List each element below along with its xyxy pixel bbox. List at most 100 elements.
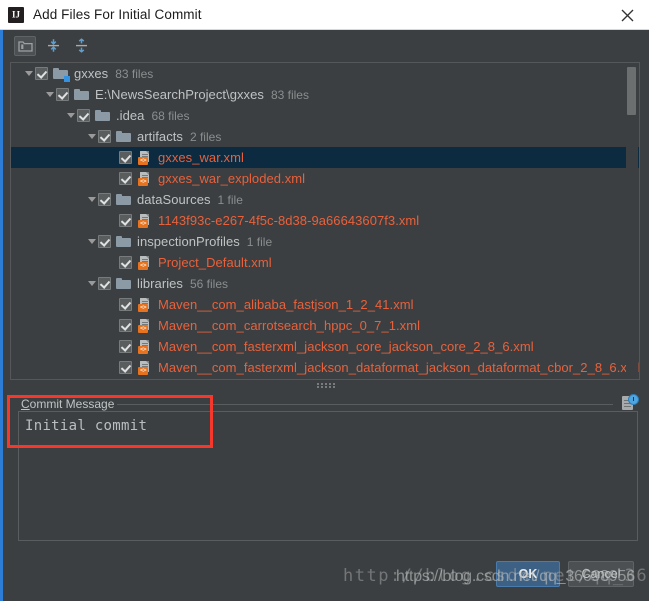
ok-button[interactable]: OK xyxy=(496,561,560,587)
tree-row-label: Maven__com_fasterxml_jackson_dataformat_… xyxy=(158,360,640,375)
close-icon[interactable] xyxy=(605,0,649,30)
checkbox-checked-icon[interactable] xyxy=(119,298,132,311)
tree-row[interactable]: <> Maven__com_alibaba_fastjson_1_2_41.xml xyxy=(11,294,639,315)
checkbox-checked-icon[interactable] xyxy=(98,193,111,206)
tree-row-label: gxxes xyxy=(74,66,109,81)
chevron-down-icon[interactable] xyxy=(85,273,98,294)
tree-scrollbar-track[interactable] xyxy=(626,64,638,378)
commit-message-input[interactable]: Initial commit xyxy=(18,411,638,541)
tree-scrollbar-thumb[interactable] xyxy=(627,67,636,115)
folder-icon xyxy=(74,87,90,103)
tree-row-file-count: 1 file xyxy=(217,192,243,207)
file-tree-panel: gxxes 83 files E:\NewsSearchProject\gxxes 8… xyxy=(10,62,640,380)
checkbox-checked-icon[interactable] xyxy=(119,361,132,374)
commit-message-label-rest: ommit Message xyxy=(29,397,115,411)
folder-icon xyxy=(116,129,132,145)
commit-message-mnemonic: C xyxy=(21,397,30,411)
checkbox-checked-icon[interactable] xyxy=(119,340,132,353)
tree-row[interactable]: <> gxxes_war.xml xyxy=(11,147,639,168)
expand-all-button[interactable] xyxy=(42,36,64,56)
checkbox-checked-icon[interactable] xyxy=(98,130,111,143)
splitter-grip-icon xyxy=(317,382,335,389)
window-title: Add Files For Initial Commit xyxy=(33,7,202,22)
tree-row-label: artifacts xyxy=(137,129,183,144)
tree-row-label: Project_Default.xml xyxy=(158,255,272,270)
xml-file-icon: <> xyxy=(137,171,153,187)
folder-icon xyxy=(116,276,132,292)
tree-row-file-count: 83 files xyxy=(270,87,309,102)
tree-row-file-count: 68 files xyxy=(151,108,190,123)
checkbox-checked-icon[interactable] xyxy=(119,319,132,332)
xml-file-icon: <> xyxy=(137,255,153,271)
folder-icon xyxy=(116,192,132,208)
tree-row[interactable]: <> Project_Default.xml xyxy=(11,252,639,273)
tree-arrow-placeholder xyxy=(106,294,119,315)
tree-arrow-placeholder xyxy=(106,357,119,378)
folder-icon xyxy=(116,234,132,250)
tree-row-label: Maven__com_carrotsearch_hppc_0_7_1.xml xyxy=(158,318,421,333)
checkbox-checked-icon[interactable] xyxy=(56,88,69,101)
chevron-down-icon[interactable] xyxy=(43,84,56,105)
xml-file-icon: <> xyxy=(137,213,153,229)
collapse-all-button[interactable] xyxy=(70,36,92,56)
tree-row-label: gxxes_war.xml xyxy=(158,150,244,165)
tree-row[interactable]: <> gxxes_war_exploded.xml xyxy=(11,168,639,189)
tree-row-label: E:\NewsSearchProject\gxxes xyxy=(95,87,264,102)
checkbox-checked-icon[interactable] xyxy=(77,109,90,122)
file-tree[interactable]: gxxes 83 files E:\NewsSearchProject\gxxes 8… xyxy=(11,63,639,378)
tree-toolbar xyxy=(3,31,649,60)
xml-file-icon: <> xyxy=(137,318,153,334)
tree-arrow-placeholder xyxy=(106,315,119,336)
commit-message-label: Commit Message xyxy=(18,397,118,411)
tree-row[interactable]: <> 1143f93c-e267-4f5c-8d38-9a66643607f3.x… xyxy=(11,210,639,231)
tree-row-label: Maven__com_alibaba_fastjson_1_2_41.xml xyxy=(158,297,414,312)
checkbox-checked-icon[interactable] xyxy=(35,67,48,80)
tree-row-label: .idea xyxy=(116,108,145,123)
tree-row-label: 1143f93c-e267-4f5c-8d38-9a66643607f3.xml xyxy=(158,213,420,228)
history-clock-badge xyxy=(628,394,639,405)
folder-icon xyxy=(95,108,111,124)
chevron-down-icon[interactable] xyxy=(85,126,98,147)
checkbox-checked-icon[interactable] xyxy=(119,256,132,269)
chevron-down-icon[interactable] xyxy=(22,63,35,84)
tree-row-label: inspectionProfiles xyxy=(137,234,240,249)
xml-file-icon: <> xyxy=(137,339,153,355)
panel-splitter[interactable] xyxy=(3,381,649,390)
tree-arrow-placeholder xyxy=(106,252,119,273)
tree-row[interactable]: gxxes 83 files xyxy=(11,63,639,84)
cancel-button[interactable]: Cancel xyxy=(568,561,634,587)
tree-row-file-count: 83 files xyxy=(115,66,154,81)
intellij-idea-icon: IJ xyxy=(8,6,24,23)
tree-row[interactable]: .idea 68 files xyxy=(11,105,639,126)
tree-row[interactable]: artifacts 2 files xyxy=(11,126,639,147)
chevron-down-icon[interactable] xyxy=(64,105,77,126)
tree-row[interactable]: <> Maven__com_fasterxml_jackson_core_jack… xyxy=(11,336,639,357)
tree-arrow-placeholder xyxy=(106,168,119,189)
checkbox-checked-icon[interactable] xyxy=(98,235,111,248)
title-bar: IJ Add Files For Initial Commit xyxy=(0,0,649,30)
tree-row[interactable]: <> Maven__com_carrotsearch_hppc_0_7_1.xml xyxy=(11,315,639,336)
app-icon-text: IJ xyxy=(11,9,20,19)
commit-message-history-icon[interactable] xyxy=(620,393,640,413)
checkbox-checked-icon[interactable] xyxy=(119,151,132,164)
tree-row-label: Maven__com_fasterxml_jackson_core_jackso… xyxy=(158,339,534,354)
xml-file-icon: <> xyxy=(137,150,153,166)
tree-row[interactable]: dataSources 1 file xyxy=(11,189,639,210)
tree-row[interactable]: inspectionProfiles 1 file xyxy=(11,231,639,252)
tree-row[interactable]: E:\NewsSearchProject\gxxes 83 files xyxy=(11,84,639,105)
tree-arrow-placeholder xyxy=(106,147,119,168)
tree-row[interactable]: <> Maven__com_fasterxml_jackson_dataforma… xyxy=(11,357,639,378)
add-files-dialog: IJ Add Files For Initial Commit gxxes 83… xyxy=(0,0,649,601)
checkbox-checked-icon[interactable] xyxy=(119,172,132,185)
tree-row-file-count: 1 file xyxy=(246,234,273,249)
checkbox-checked-icon[interactable] xyxy=(119,214,132,227)
tree-row-label: gxxes_war_exploded.xml xyxy=(158,171,306,186)
tree-row[interactable]: libraries 56 files xyxy=(11,273,639,294)
group-by-directory-button[interactable] xyxy=(14,35,36,56)
chevron-down-icon[interactable] xyxy=(85,231,98,252)
module-folder-icon xyxy=(53,66,70,82)
chevron-down-icon[interactable] xyxy=(85,189,98,210)
tree-row-label: libraries xyxy=(137,276,183,291)
checkbox-checked-icon[interactable] xyxy=(98,277,111,290)
xml-file-icon: <> xyxy=(137,297,153,313)
